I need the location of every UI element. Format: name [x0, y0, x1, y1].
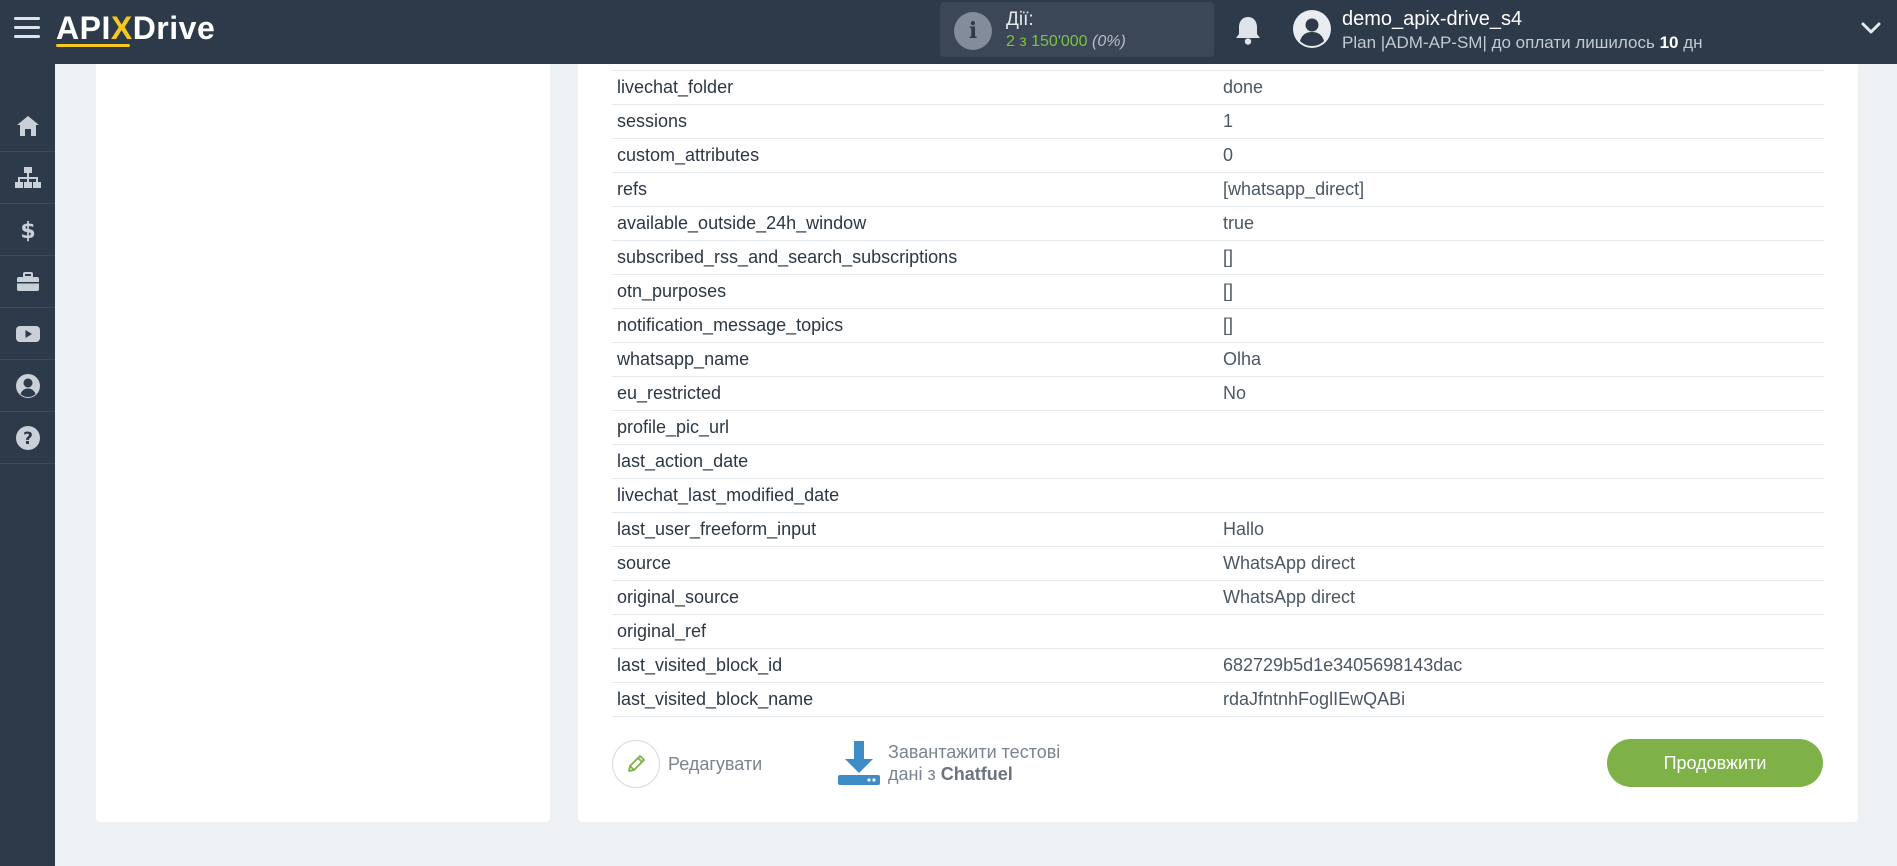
- sidebar-item-billing[interactable]: $: [0, 204, 55, 256]
- table-row: profile_pic_url: [612, 410, 1824, 445]
- table-row: last_action_date: [612, 444, 1824, 479]
- field-key: custom_attributes: [612, 138, 1218, 173]
- user-circle-icon: [15, 373, 40, 398]
- data-fields-table: livechat_folder done sessions 1 custom_attri…: [612, 70, 1824, 717]
- field-value: No: [1218, 376, 1824, 411]
- field-key: refs: [612, 172, 1218, 207]
- field-value: [1218, 410, 1824, 445]
- help-icon: ?: [15, 425, 40, 450]
- apixdrive-logo[interactable]: APIXDrive: [56, 10, 215, 47]
- field-key: source: [612, 546, 1218, 581]
- field-value: []: [1218, 274, 1824, 309]
- download-test-data-button[interactable]: Завантажити тестові дані з Chatfuel: [836, 739, 1060, 787]
- field-value: [1218, 444, 1824, 479]
- table-row: livechat_folder done: [612, 70, 1824, 105]
- field-value: WhatsApp direct: [1218, 580, 1824, 615]
- field-value: 0: [1218, 138, 1824, 173]
- field-key: last_visited_block_id: [612, 648, 1218, 683]
- sidebar-item-services[interactable]: [0, 256, 55, 308]
- briefcase-icon: [16, 271, 39, 291]
- table-row: refs [whatsapp_direct]: [612, 172, 1824, 207]
- field-key: available_outside_24h_window: [612, 206, 1218, 241]
- continue-button[interactable]: Продовжити: [1607, 739, 1823, 787]
- field-key: last_user_freeform_input: [612, 512, 1218, 547]
- edit-button[interactable]: Редагувати: [612, 740, 762, 788]
- home-icon: [16, 115, 39, 136]
- field-value: done: [1218, 70, 1824, 105]
- table-row: last_visited_block_id 682729b5d1e34056981…: [612, 648, 1824, 683]
- top-bar: APIXDrive i Дії: 2 з 150'000 (0%) demo_a…: [0, 0, 1897, 64]
- pencil-icon: [628, 755, 645, 772]
- table-row: sessions 1: [612, 104, 1824, 139]
- sitemap-icon: [14, 166, 41, 188]
- field-key: eu_restricted: [612, 376, 1218, 411]
- edit-label[interactable]: Редагувати: [668, 754, 762, 775]
- field-value: [1218, 614, 1824, 649]
- field-key: notification_message_topics: [612, 308, 1218, 343]
- svg-text:$: $: [20, 219, 35, 244]
- menu-icon[interactable]: [14, 17, 40, 39]
- field-value: Hallo: [1218, 512, 1824, 547]
- sidebar-item-video[interactable]: [0, 308, 55, 360]
- field-value: 1: [1218, 104, 1824, 139]
- youtube-icon: [15, 325, 40, 342]
- field-value: 682729b5d1e3405698143dac: [1218, 648, 1824, 683]
- field-key: otn_purposes: [612, 274, 1218, 309]
- actions-counter: i Дії: 2 з 150'000 (0%): [940, 2, 1214, 57]
- table-row: eu_restricted No: [612, 376, 1824, 411]
- field-value: []: [1218, 308, 1824, 343]
- user-avatar-icon[interactable]: [1293, 10, 1331, 48]
- table-row: last_user_freeform_input Hallo: [612, 512, 1824, 547]
- field-value: [whatsapp_direct]: [1218, 172, 1824, 207]
- sidebar-item-profile[interactable]: [0, 360, 55, 412]
- field-key: profile_pic_url: [612, 410, 1218, 445]
- actions-count: 2 з 150'000 (0%): [1006, 33, 1126, 50]
- field-key: whatsapp_name: [612, 342, 1218, 377]
- sidebar: $ ?: [0, 64, 55, 866]
- table-row: subscribed_rss_and_search_subscriptions[…: [612, 240, 1824, 275]
- table-row: last_visited_block_name rdaJfntnhFoglIEwQ…: [612, 682, 1824, 717]
- field-value: rdaJfntnhFoglIEwQABi: [1218, 682, 1824, 717]
- info-icon: i: [954, 12, 992, 50]
- field-key: livechat_last_modified_date: [612, 478, 1218, 513]
- svg-text:?: ?: [23, 429, 33, 449]
- user-name[interactable]: demo_apix-drive_s4: [1342, 8, 1522, 31]
- download-label[interactable]: Завантажити тестові дані з Chatfuel: [888, 741, 1060, 785]
- sidebar-item-help[interactable]: ?: [0, 412, 55, 464]
- field-key: subscribed_rss_and_search_subscriptions: [612, 240, 1218, 275]
- field-key: original_source: [612, 580, 1218, 615]
- table-row: original_source WhatsApp direct: [612, 580, 1824, 615]
- dollar-icon: $: [20, 219, 35, 244]
- sidebar-item-connections[interactable]: [0, 152, 55, 204]
- field-key: original_ref: [612, 614, 1218, 649]
- field-value: Olha: [1218, 342, 1824, 377]
- bell-icon[interactable]: [1233, 14, 1263, 46]
- plan-info: Plan |ADM-AP-SM| до оплати лишилось 10 д…: [1342, 33, 1703, 52]
- table-row: notification_message_topics[]: [612, 308, 1824, 343]
- table-row: source WhatsApp direct: [612, 546, 1824, 581]
- field-key: livechat_folder: [612, 70, 1218, 105]
- field-key: sessions: [612, 104, 1218, 139]
- edit-circle[interactable]: [612, 740, 660, 788]
- field-value: WhatsApp direct: [1218, 546, 1824, 581]
- sidebar-item-home[interactable]: [0, 100, 55, 152]
- table-row: whatsapp_name Olha: [612, 342, 1824, 377]
- table-row: livechat_last_modified_date: [612, 478, 1824, 513]
- actions-label: Дії:: [1006, 9, 1034, 30]
- main-panel: livechat_folder done sessions 1 custom_attri…: [578, 64, 1858, 822]
- logo-underline: [56, 44, 130, 47]
- table-row: otn_purposes[]: [612, 274, 1824, 309]
- field-value: [1218, 478, 1824, 513]
- table-row: available_outside_24h_window true: [612, 206, 1824, 241]
- table-row: original_ref: [612, 614, 1824, 649]
- left-panel: [96, 64, 550, 822]
- field-key: last_visited_block_name: [612, 682, 1218, 717]
- table-row: custom_attributes 0: [612, 138, 1824, 173]
- field-key: last_action_date: [612, 444, 1218, 479]
- field-value: []: [1218, 240, 1824, 275]
- chevron-down-icon[interactable]: [1860, 20, 1882, 36]
- field-value: true: [1218, 206, 1824, 241]
- download-icon: [838, 741, 880, 785]
